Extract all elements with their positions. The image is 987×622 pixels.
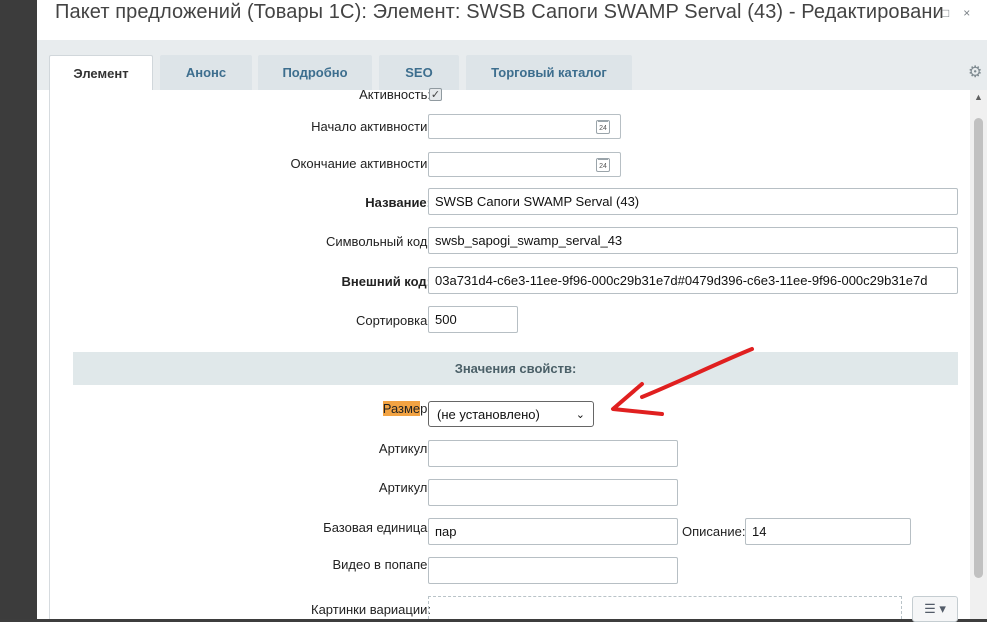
active-label: Активность: bbox=[359, 87, 431, 102]
hamburger-menu-icon[interactable]: ☰ ▾ bbox=[912, 596, 958, 622]
properties-section-header: Значения свойств: bbox=[73, 352, 958, 385]
article-label-2: Артикул: bbox=[378, 480, 431, 495]
article-input-2[interactable] bbox=[428, 479, 678, 506]
chevron-down-icon: ⌄ bbox=[575, 408, 585, 421]
scroll-thumb[interactable] bbox=[974, 118, 983, 578]
sort-label: Сортировка: bbox=[356, 313, 431, 328]
dialog-title: Пакет предложений (Товары 1С): Элемент: … bbox=[55, 1, 944, 23]
external-code-input[interactable]: 03a731d4-c6e3-11ee-9f96-000c29b31e7d#047… bbox=[428, 267, 958, 294]
article-label: Артикул: bbox=[378, 441, 431, 456]
gear-icon[interactable]: ⚙ bbox=[968, 62, 982, 82]
calendar-icon[interactable]: 24 bbox=[596, 120, 610, 134]
vertical-scrollbar[interactable]: ▲ bbox=[970, 90, 987, 619]
start-date-input[interactable]: 24 bbox=[428, 114, 621, 139]
close-icon[interactable]: × bbox=[963, 6, 970, 20]
background-left-strip bbox=[0, 0, 37, 619]
size-label-highlight: Разме bbox=[382, 401, 421, 416]
end-date-input[interactable]: 24 bbox=[428, 152, 621, 177]
tab-announce[interactable]: Анонс bbox=[160, 55, 252, 90]
window-controls: □ × bbox=[942, 6, 984, 20]
size-label: Размер: bbox=[382, 401, 431, 416]
title-bar[interactable]: Пакет предложений (Товары 1С): Элемент: … bbox=[37, 0, 987, 40]
description-input[interactable]: 14 bbox=[745, 518, 911, 545]
video-popup-input[interactable] bbox=[428, 557, 678, 584]
base-unit-label: Базовая единица: bbox=[323, 520, 431, 535]
size-select[interactable]: (не установлено) ⌄ bbox=[428, 401, 594, 427]
calendar-icon[interactable]: 24 bbox=[596, 158, 610, 172]
edit-dialog: Пакет предложений (Товары 1С): Элемент: … bbox=[37, 0, 987, 622]
name-label: Название: bbox=[365, 195, 431, 210]
base-unit-input[interactable]: пар bbox=[428, 518, 678, 545]
end-date-label: Окончание активности: bbox=[290, 156, 431, 171]
external-code-label: Внешний код: bbox=[341, 274, 431, 289]
article-input[interactable] bbox=[428, 440, 678, 467]
sort-input[interactable]: 500 bbox=[428, 306, 518, 333]
code-input[interactable]: swsb_sapogi_swamp_serval_43 bbox=[428, 227, 958, 254]
variation-images-label: Картинки вариации: bbox=[311, 602, 431, 617]
code-label: Символьный код: bbox=[325, 234, 431, 249]
form-content: Активность: ✓ Начало активности: 24 Окон… bbox=[49, 87, 971, 622]
active-checkbox[interactable]: ✓ bbox=[429, 88, 442, 101]
tab-details[interactable]: Подробно bbox=[258, 55, 372, 90]
tabs-bar: Элемент Анонс Подробно SEO Торговый ката… bbox=[37, 40, 987, 91]
tab-trade-catalog[interactable]: Торговый каталог bbox=[466, 55, 632, 90]
start-date-label: Начало активности: bbox=[311, 119, 431, 134]
variation-images-dropzone[interactable] bbox=[428, 596, 902, 619]
restore-icon[interactable]: □ bbox=[942, 6, 949, 20]
tab-element[interactable]: Элемент bbox=[49, 55, 153, 91]
scroll-up-arrow[interactable]: ▲ bbox=[974, 92, 983, 102]
tab-seo[interactable]: SEO bbox=[379, 55, 459, 90]
video-popup-label: Видео в попапе: bbox=[332, 557, 431, 572]
description-label: Описание: bbox=[682, 524, 746, 539]
name-input[interactable]: SWSB Сапоги SWAMP Serval (43) bbox=[428, 188, 958, 215]
